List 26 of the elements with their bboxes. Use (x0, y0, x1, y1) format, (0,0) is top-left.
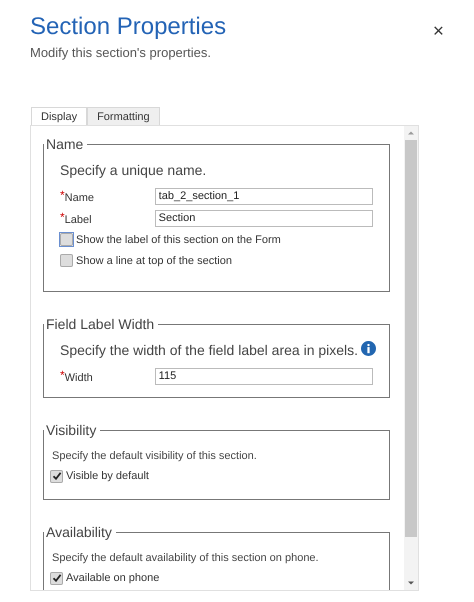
field-label: Width (64, 372, 94, 384)
section-description: Specify a unique name. (60, 162, 206, 178)
checkbox-label: Visible by default (66, 470, 149, 482)
section-legend: Visibility (44, 422, 100, 438)
checkbox-label: Show the label of this section on the Form (76, 234, 281, 246)
section-description: Specify the default availability of this section on phone. (52, 552, 319, 564)
input-field[interactable]: 115 (154, 368, 373, 384)
close-button[interactable]: × (428, 22, 448, 42)
checkbox-label: Show a line at top of the section (76, 254, 232, 266)
checkbox-label: Available on phone (66, 572, 160, 584)
dialog-title: Section Properties (30, 12, 226, 42)
required-marker: * (60, 188, 65, 202)
section-legend: Field Label Width (44, 316, 158, 332)
required-marker: * (60, 210, 65, 224)
dialog-subtitle: Modify this section's properties. (30, 45, 212, 60)
section-description: Specify the width of the field label area in pixels. (60, 342, 358, 358)
section-description: Specify the default visibility of this section. (52, 450, 257, 462)
field-label: Name (64, 192, 96, 204)
section-legend: Name (44, 136, 88, 152)
tab[interactable]: Display (31, 107, 88, 125)
section-legend: Availability (44, 524, 116, 540)
input-field[interactable]: tab_2_section_1 (154, 188, 373, 204)
input-field[interactable]: Section (154, 210, 373, 226)
field-label: Label (64, 214, 93, 226)
tab[interactable]: Formatting (87, 107, 160, 125)
required-marker: * (60, 368, 65, 382)
